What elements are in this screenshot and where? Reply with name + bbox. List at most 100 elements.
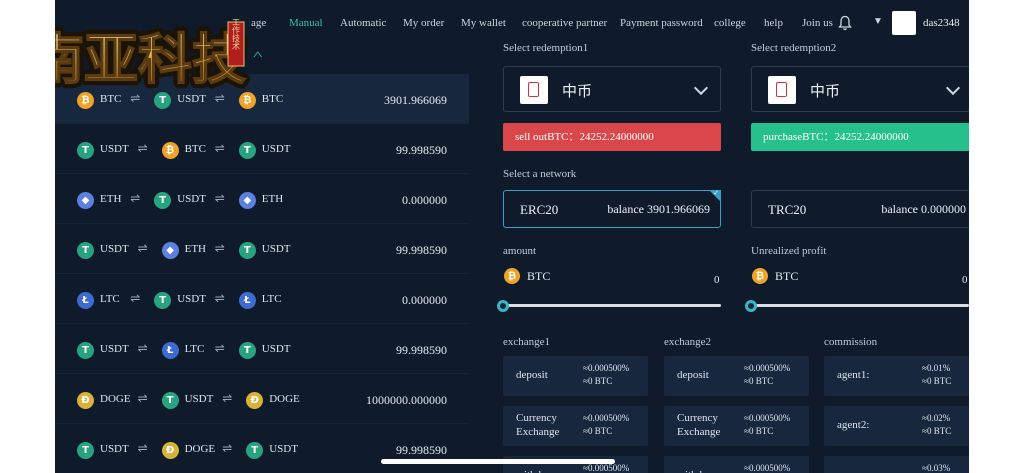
chevron-up-icon[interactable]: ^ — [253, 48, 262, 63]
redemption1-label: Select redemption1 — [503, 42, 589, 54]
pair-value: 3901.966069 — [384, 93, 447, 107]
coin-logo-icon — [520, 76, 548, 104]
pair-row[interactable]: Ð DOGE ⇌ T USDT ⇌ Ð DOGE 1000000.000000 — [55, 374, 469, 424]
network-balance: balance 0.000000 — [881, 202, 966, 216]
commission-fee-card: ≈0.03% — [824, 456, 969, 473]
fee-rate: ≈0.03% — [922, 463, 951, 473]
avatar[interactable] — [892, 11, 916, 35]
ltc-icon: Ł — [77, 292, 94, 309]
nav-item-college[interactable]: college — [714, 17, 746, 29]
usdt-icon: T — [77, 442, 94, 459]
usdt-icon: T — [77, 142, 94, 159]
swap-icon: ⇌ — [214, 291, 225, 305]
usdt-icon: T — [238, 242, 256, 259]
coin-symbol: ETH — [184, 243, 206, 255]
swap-icon: ⇌ — [137, 241, 148, 255]
amount-symbol: BTC — [527, 269, 551, 283]
network-option-trc20[interactable]: TRC20 balance 0.000000 — [751, 190, 969, 228]
eth-icon: ◆ — [238, 192, 256, 209]
doge-icon: Ð — [246, 392, 264, 409]
pair-row[interactable]: T USDT ⇌ ◆ ETH ⇌ T USDT 99.998590 — [55, 224, 469, 274]
redemption1-value: 中币 — [562, 82, 593, 100]
swap-icon: ⇌ — [214, 241, 225, 255]
pair-row[interactable]: T USDT ⇌ ₿ BTC ⇌ T USDT 99.998590 — [55, 124, 469, 174]
pair-value: 99.998590 — [396, 143, 447, 157]
usdt-icon: T — [77, 242, 94, 259]
fee-name: deposit — [516, 369, 548, 381]
purchase-bar: purchaseBTC：24252.24000000 — [751, 123, 969, 151]
amount-label: amount — [503, 245, 536, 257]
nav-item-automatic[interactable]: Automatic — [340, 17, 386, 29]
coin-symbol: DOGE — [269, 393, 300, 405]
coin-symbol: USDT — [184, 393, 214, 405]
logo-text: 南亚科技 — [55, 28, 246, 91]
coin-symbol: USDT — [100, 143, 129, 155]
coin-symbol: USDT — [177, 193, 206, 205]
usdt-icon: T — [154, 292, 172, 309]
amount-slider-track[interactable] — [503, 304, 721, 307]
exchange2-title: exchange2 — [664, 336, 712, 348]
swap-icon: ⇌ — [214, 191, 225, 205]
coin-symbol: USDT — [100, 443, 129, 455]
redemption2-select[interactable]: 中币 — [751, 66, 969, 112]
eth-icon: ◆ — [161, 242, 179, 259]
coin-symbol: USDT — [100, 243, 129, 255]
coin-symbol: LTC — [100, 293, 120, 305]
btc-icon: ₿ — [504, 268, 520, 284]
amount-value[interactable]: 0 — [714, 274, 720, 286]
redemption2-label: Select redemption2 — [751, 42, 837, 54]
swap-icon: ⇌ — [214, 141, 225, 155]
brand-logo: 南亚科技 南亚科技 工作技术 — [55, 18, 251, 96]
fee-amount: ≈0 BTC — [922, 426, 952, 436]
fee-rate: ≈0.02% — [922, 413, 951, 423]
pair-row[interactable]: T USDT ⇌ Ł LTC ⇌ T USDT 99.998590 — [55, 324, 469, 374]
profit-slider-handle[interactable] — [745, 300, 757, 312]
btc-icon: ₿ — [752, 268, 768, 284]
swap-icon: ⇌ — [137, 391, 148, 405]
pair-value: 99.998590 — [396, 343, 447, 357]
logo-seal-text: 工作技术 — [232, 18, 241, 51]
nav-item-manual[interactable]: Manual — [289, 17, 323, 29]
fee-amount: ≈0 BTC — [744, 376, 774, 386]
coin-symbol: ETH — [261, 193, 284, 205]
fee-name: Currency Exchange — [516, 412, 560, 438]
network-label: Select a network — [503, 168, 577, 180]
usdt-icon: T — [246, 442, 264, 459]
fee-rate: ≈0.01% — [922, 363, 951, 373]
pair-row[interactable]: ◆ ETH ⇌ T USDT ⇌ ◆ ETH 0.000000 — [55, 174, 469, 224]
nav-item-my-order[interactable]: My order — [403, 17, 444, 29]
home-indicator — [381, 459, 615, 464]
nav-item-my-wallet[interactable]: My wallet — [461, 17, 506, 29]
fee-name: withdraw — [677, 468, 719, 473]
coin-symbol: BTC — [184, 143, 206, 155]
swap-icon: ⇌ — [222, 441, 233, 455]
fee-amount: ≈0 BTC — [583, 376, 613, 386]
pair-row[interactable]: T USDT ⇌ Ð DOGE ⇌ T USDT 99.998590 — [55, 424, 469, 473]
network-option-erc20[interactable]: ERC20 balance 3901.966069 ✓ — [503, 189, 721, 228]
username[interactable]: das2348 — [923, 17, 960, 29]
coin-symbol: LTC — [261, 293, 282, 305]
nav-item-cooperative-partner[interactable]: cooperative partner — [522, 17, 607, 29]
nav-item-payment-password[interactable]: Payment password — [620, 17, 703, 29]
swap-icon: ⇌ — [222, 391, 233, 405]
coin-logo-icon — [768, 76, 796, 104]
bell-icon[interactable] — [838, 15, 852, 31]
swap-icon: ⇌ — [130, 191, 141, 205]
swap-icon: ⇌ — [130, 291, 141, 305]
fee-name: Currency Exchange — [677, 412, 721, 438]
coin-symbol: BTC — [261, 93, 284, 105]
profit-slider-track[interactable] — [751, 304, 969, 307]
pair-value: 0.000000 — [402, 193, 447, 207]
fee-name: withdraw — [516, 468, 558, 473]
redemption1-select[interactable]: 中币 — [503, 66, 721, 112]
coin-symbol: USDT — [261, 343, 291, 355]
caret-down-icon[interactable]: ▼ — [873, 16, 883, 27]
swap-icon: ⇌ — [214, 341, 225, 355]
nav-item-join-us[interactable]: Join us — [802, 17, 833, 29]
amount-slider-handle[interactable] — [497, 300, 509, 312]
app-window: age Manual Automatic My order My wallet … — [55, 0, 969, 473]
check-icon: ✓ — [713, 189, 719, 197]
exchange1-fee-card: Currency Exchange ≈0.000500% ≈0 BTC — [503, 406, 648, 446]
nav-item-help[interactable]: help — [764, 17, 783, 29]
pair-row[interactable]: Ł LTC ⇌ T USDT ⇌ Ł LTC 0.000000 — [55, 274, 469, 324]
